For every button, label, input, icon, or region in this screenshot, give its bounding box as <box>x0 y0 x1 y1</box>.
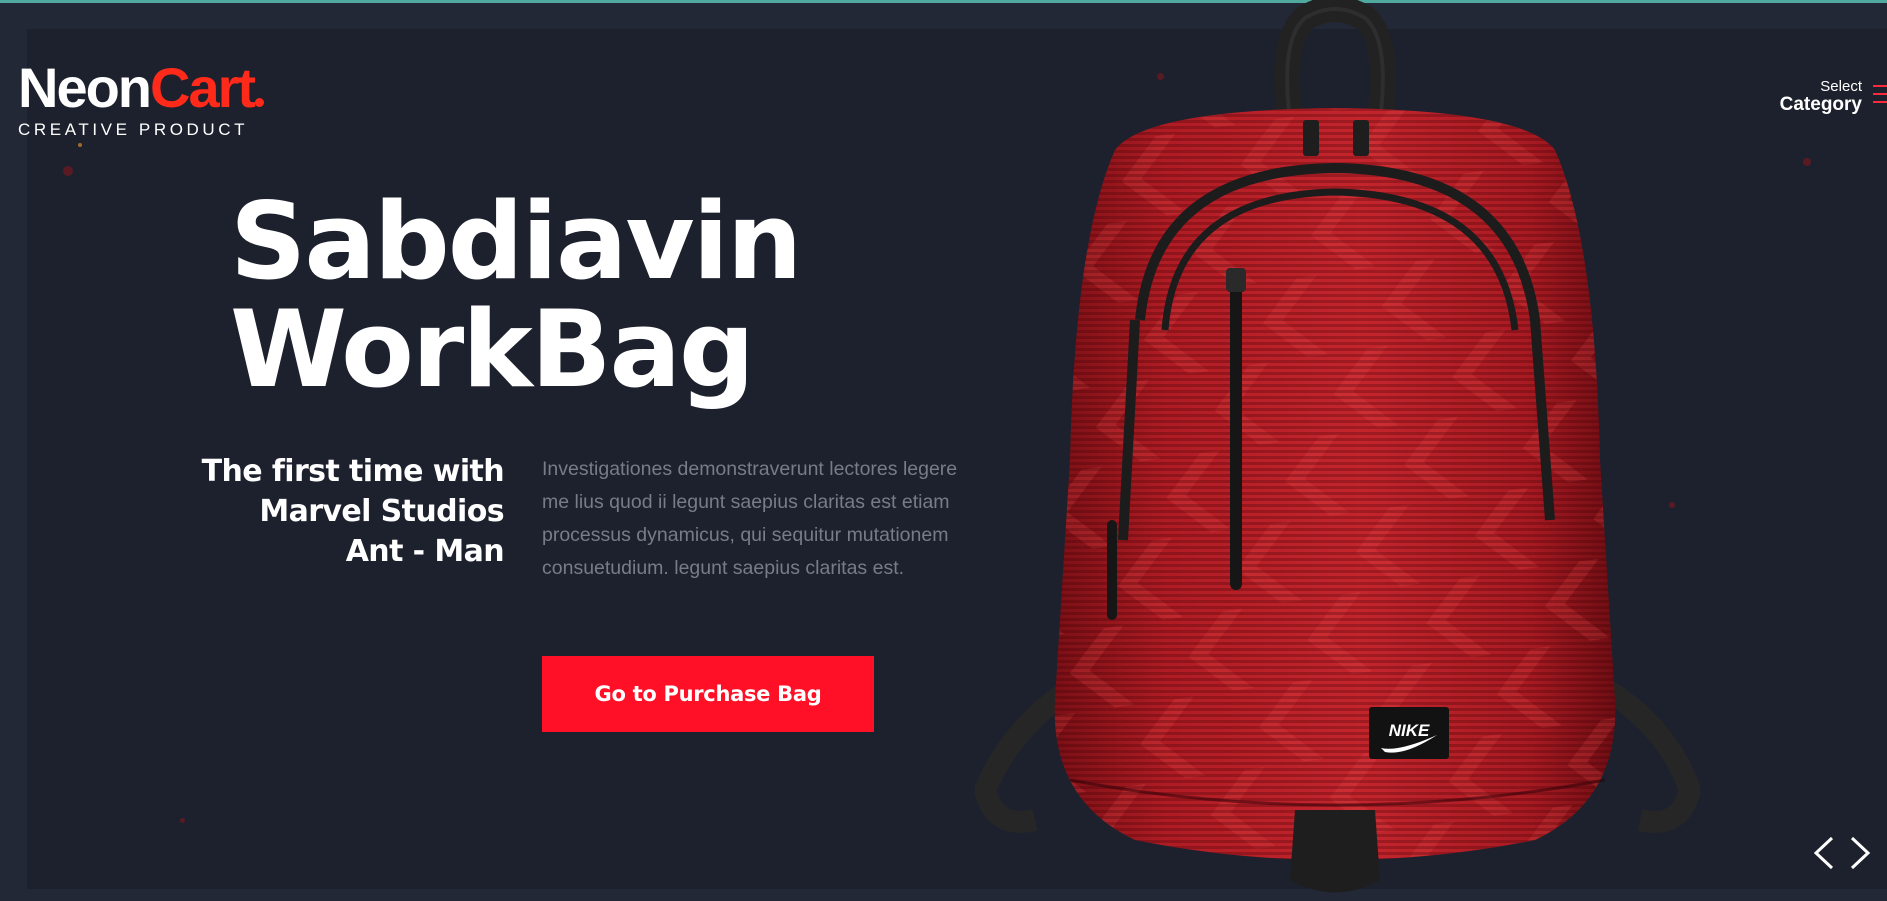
brand-logo[interactable]: NeonCart CREATIVE PRODUCT <box>18 56 265 140</box>
logo-word-accent: Cart <box>150 56 256 119</box>
backpack-image: NIKE <box>975 0 1700 893</box>
decorative-speck <box>180 818 185 823</box>
hero-title: Sabdiavin WorkBag <box>230 180 802 411</box>
hero-subtitle-line2: Marvel Studios <box>259 494 504 529</box>
decorative-speck <box>63 166 73 176</box>
chevron-left-icon[interactable] <box>1810 834 1838 872</box>
chevron-right-icon[interactable] <box>1846 834 1874 872</box>
decorative-speck <box>78 143 82 147</box>
hero-title-line1: Sabdiavin <box>230 180 802 303</box>
logo-tagline: CREATIVE PRODUCT <box>18 120 249 139</box>
category-small-label: Select <box>1820 78 1862 95</box>
hero-subtitle-line1: The first time with <box>201 454 505 489</box>
nike-badge-text: NIKE <box>1389 721 1430 740</box>
logo-dot <box>255 98 265 107</box>
select-category-button[interactable]: Select Category <box>1780 79 1862 115</box>
hero-subtitle: The first time with Marvel Studios Ant -… <box>201 452 505 572</box>
hero-page: NeonCart CREATIVE PRODUCT Select Categor… <box>0 0 1887 901</box>
purchase-bag-button[interactable]: Go to Purchase Bag <box>542 656 874 732</box>
decorative-speck <box>1803 158 1811 166</box>
hamburger-menu-icon[interactable] <box>1873 83 1887 109</box>
logo-wordmark: NeonCart <box>18 56 265 119</box>
hero-description: Investigationes demonstraverunt lectores… <box>542 458 958 579</box>
hero-subtitle-line3: Ant - Man <box>345 534 505 569</box>
logo-word-main: Neon <box>18 56 152 119</box>
category-big-label: Category <box>1779 94 1862 115</box>
hero-title-line2: WorkBag <box>230 288 755 411</box>
